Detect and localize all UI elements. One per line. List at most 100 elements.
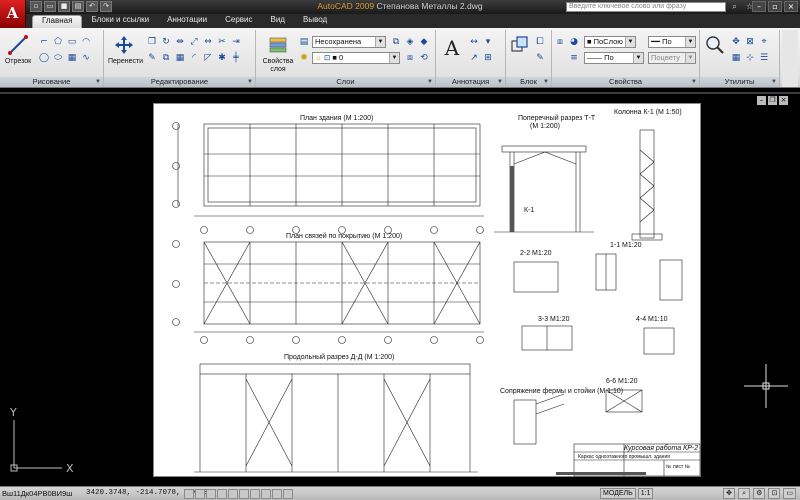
- panel-modify-title[interactable]: Редактирование ▼: [104, 77, 255, 87]
- pan-icon[interactable]: ✥: [723, 488, 736, 499]
- osnap-toggle[interactable]: [228, 489, 238, 499]
- panel-utilities-title[interactable]: Утилиты ▼: [700, 77, 779, 87]
- redo-icon[interactable]: ↷: [100, 1, 112, 12]
- spline-icon[interactable]: ∿: [80, 52, 92, 64]
- lock-icon[interactable]: ⊡: [768, 488, 781, 499]
- edit-block-icon[interactable]: ✎: [534, 52, 546, 64]
- drawing-close-button[interactable]: ×: [779, 96, 788, 105]
- stretch-icon[interactable]: ⇔: [202, 36, 214, 48]
- panel-properties-title[interactable]: Свойства ▼: [552, 77, 699, 87]
- offset-icon[interactable]: ⧉: [160, 52, 172, 64]
- insert-block-button[interactable]: [508, 32, 532, 74]
- arc-icon[interactable]: ◠: [80, 36, 92, 48]
- rotate-icon[interactable]: ↻: [160, 36, 172, 48]
- otrack-toggle[interactable]: [239, 489, 249, 499]
- layer-off-icon[interactable]: ◆: [418, 36, 430, 48]
- help-search-input[interactable]: Введите ключевое слово или фразу: [566, 2, 726, 12]
- extend-icon[interactable]: ⇥: [230, 36, 242, 48]
- list-icon[interactable]: ☰: [758, 52, 770, 64]
- line-button[interactable]: Отрезок: [2, 32, 34, 74]
- explode-icon[interactable]: ✱: [216, 52, 228, 64]
- quick-select-icon[interactable]: ⊠: [744, 36, 756, 48]
- open-file-icon[interactable]: ▭: [44, 1, 56, 12]
- layer-isolate-icon[interactable]: ◈: [404, 36, 416, 48]
- zoom-button[interactable]: [702, 32, 728, 74]
- lineweight-toggle[interactable]: [272, 489, 282, 499]
- tab-output[interactable]: Вывод: [294, 15, 336, 28]
- snap-toggle[interactable]: [184, 489, 194, 499]
- workspace-gear-icon[interactable]: ⚙: [753, 488, 766, 499]
- grid-toggle[interactable]: [195, 489, 205, 499]
- dyn-toggle[interactable]: [261, 489, 271, 499]
- maximize-button[interactable]: ▫: [768, 1, 782, 12]
- measure-icon[interactable]: ⌖: [758, 36, 770, 48]
- tab-tools[interactable]: Сервис: [216, 15, 261, 28]
- layer-properties-button[interactable]: Свойства слоя: [260, 32, 296, 74]
- model-space-button[interactable]: МОДЕЛЬ: [600, 488, 636, 499]
- plotstyle-dropdown[interactable]: Поцвету ▼: [648, 52, 696, 64]
- linetype-dropdown[interactable]: —— По ▼: [584, 52, 644, 64]
- zoom-icon[interactable]: ⌕: [738, 488, 751, 499]
- layer-state-dropdown[interactable]: Несохранена ▼: [312, 36, 386, 48]
- lineweight-dropdown[interactable]: ━━ По ▼: [648, 36, 696, 48]
- print-icon[interactable]: ▤: [72, 1, 84, 12]
- panel-layers-title[interactable]: Слои ▼: [256, 77, 435, 87]
- new-file-icon[interactable]: ▫: [30, 1, 42, 12]
- match-layer-icon[interactable]: ⧈: [404, 52, 416, 64]
- dimension-dropdown-icon[interactable]: ▾: [482, 36, 494, 48]
- panel-annotation-title[interactable]: Аннотация ▼: [436, 77, 505, 87]
- id-point-icon[interactable]: ⊹: [744, 52, 756, 64]
- multiline-text-button[interactable]: A: [438, 32, 466, 74]
- match-properties-icon[interactable]: ⧈: [554, 36, 566, 48]
- rectangle-icon[interactable]: ▭: [66, 36, 78, 48]
- ellipse-icon[interactable]: ⬭: [52, 52, 64, 64]
- application-menu-button[interactable]: A: [0, 0, 26, 28]
- calculator-icon[interactable]: ▦: [730, 52, 742, 64]
- clean-screen-icon[interactable]: ▭: [783, 488, 796, 499]
- hatch-icon[interactable]: ▦: [66, 52, 78, 64]
- drawing-sheet[interactable]: План здания (М 1:200) План связей по пок…: [153, 103, 701, 477]
- array-icon[interactable]: ▦: [174, 52, 186, 64]
- tab-blocks-refs[interactable]: Блоки и ссылки: [82, 15, 158, 28]
- circle-icon[interactable]: ◯: [38, 52, 50, 64]
- move-button[interactable]: Перенести: [108, 32, 143, 74]
- color-dropdown[interactable]: ■ ПоСлою ▼: [584, 36, 636, 48]
- panel-block-title[interactable]: Блок ▼: [506, 77, 551, 87]
- save-icon[interactable]: ■: [58, 1, 70, 12]
- trim-icon[interactable]: ✂: [216, 36, 228, 48]
- drawing-area[interactable]: – ❐ × План здания (М 1:200) План связей …: [0, 92, 800, 477]
- search-icon[interactable]: ⌕: [728, 1, 741, 12]
- undo-icon[interactable]: ↶: [86, 1, 98, 12]
- table-icon[interactable]: ⊞: [482, 52, 494, 64]
- create-block-icon[interactable]: ⧠: [534, 36, 546, 48]
- break-icon[interactable]: ╪: [230, 52, 242, 64]
- scale-icon[interactable]: ⤢: [188, 36, 200, 48]
- ortho-toggle[interactable]: [206, 489, 216, 499]
- polyline-icon[interactable]: ⌐: [38, 36, 50, 48]
- ducs-toggle[interactable]: [250, 489, 260, 499]
- mirror-icon[interactable]: ⇹: [174, 36, 186, 48]
- tab-view[interactable]: Вид: [262, 15, 294, 28]
- current-layer-dropdown[interactable]: ☼ ⊡ ■ 0 ▼: [312, 52, 400, 64]
- layer-previous-icon[interactable]: ⟲: [418, 52, 430, 64]
- close-button[interactable]: ×: [784, 1, 798, 12]
- copy-icon[interactable]: ❐: [146, 36, 158, 48]
- chamfer-icon[interactable]: ◸: [202, 52, 214, 64]
- quick-properties-toggle[interactable]: [283, 489, 293, 499]
- tab-annotate[interactable]: Аннотации: [158, 15, 216, 28]
- leader-icon[interactable]: ↗: [468, 52, 480, 64]
- command-line-text[interactable]: Вш11Дк04РВ0ВИ9ш: [2, 489, 72, 498]
- tab-home[interactable]: Главная: [32, 15, 83, 28]
- annotation-scale-dropdown[interactable]: 1:1: [637, 488, 654, 499]
- minimize-button[interactable]: –: [752, 1, 766, 12]
- color-wheel-icon[interactable]: ◕: [568, 36, 580, 48]
- polar-toggle[interactable]: [217, 489, 227, 499]
- pan-icon[interactable]: ✥: [730, 36, 742, 48]
- polygon-icon[interactable]: ⬠: [52, 36, 64, 48]
- fillet-icon[interactable]: ◜: [188, 52, 200, 64]
- erase-icon[interactable]: ✎: [146, 52, 158, 64]
- save-layer-state-icon[interactable]: ⧉: [390, 36, 402, 48]
- drawing-minimize-button[interactable]: –: [757, 96, 766, 105]
- panel-draw-title[interactable]: Рисование ▼: [0, 77, 103, 87]
- dimension-icon[interactable]: ↔: [468, 36, 480, 48]
